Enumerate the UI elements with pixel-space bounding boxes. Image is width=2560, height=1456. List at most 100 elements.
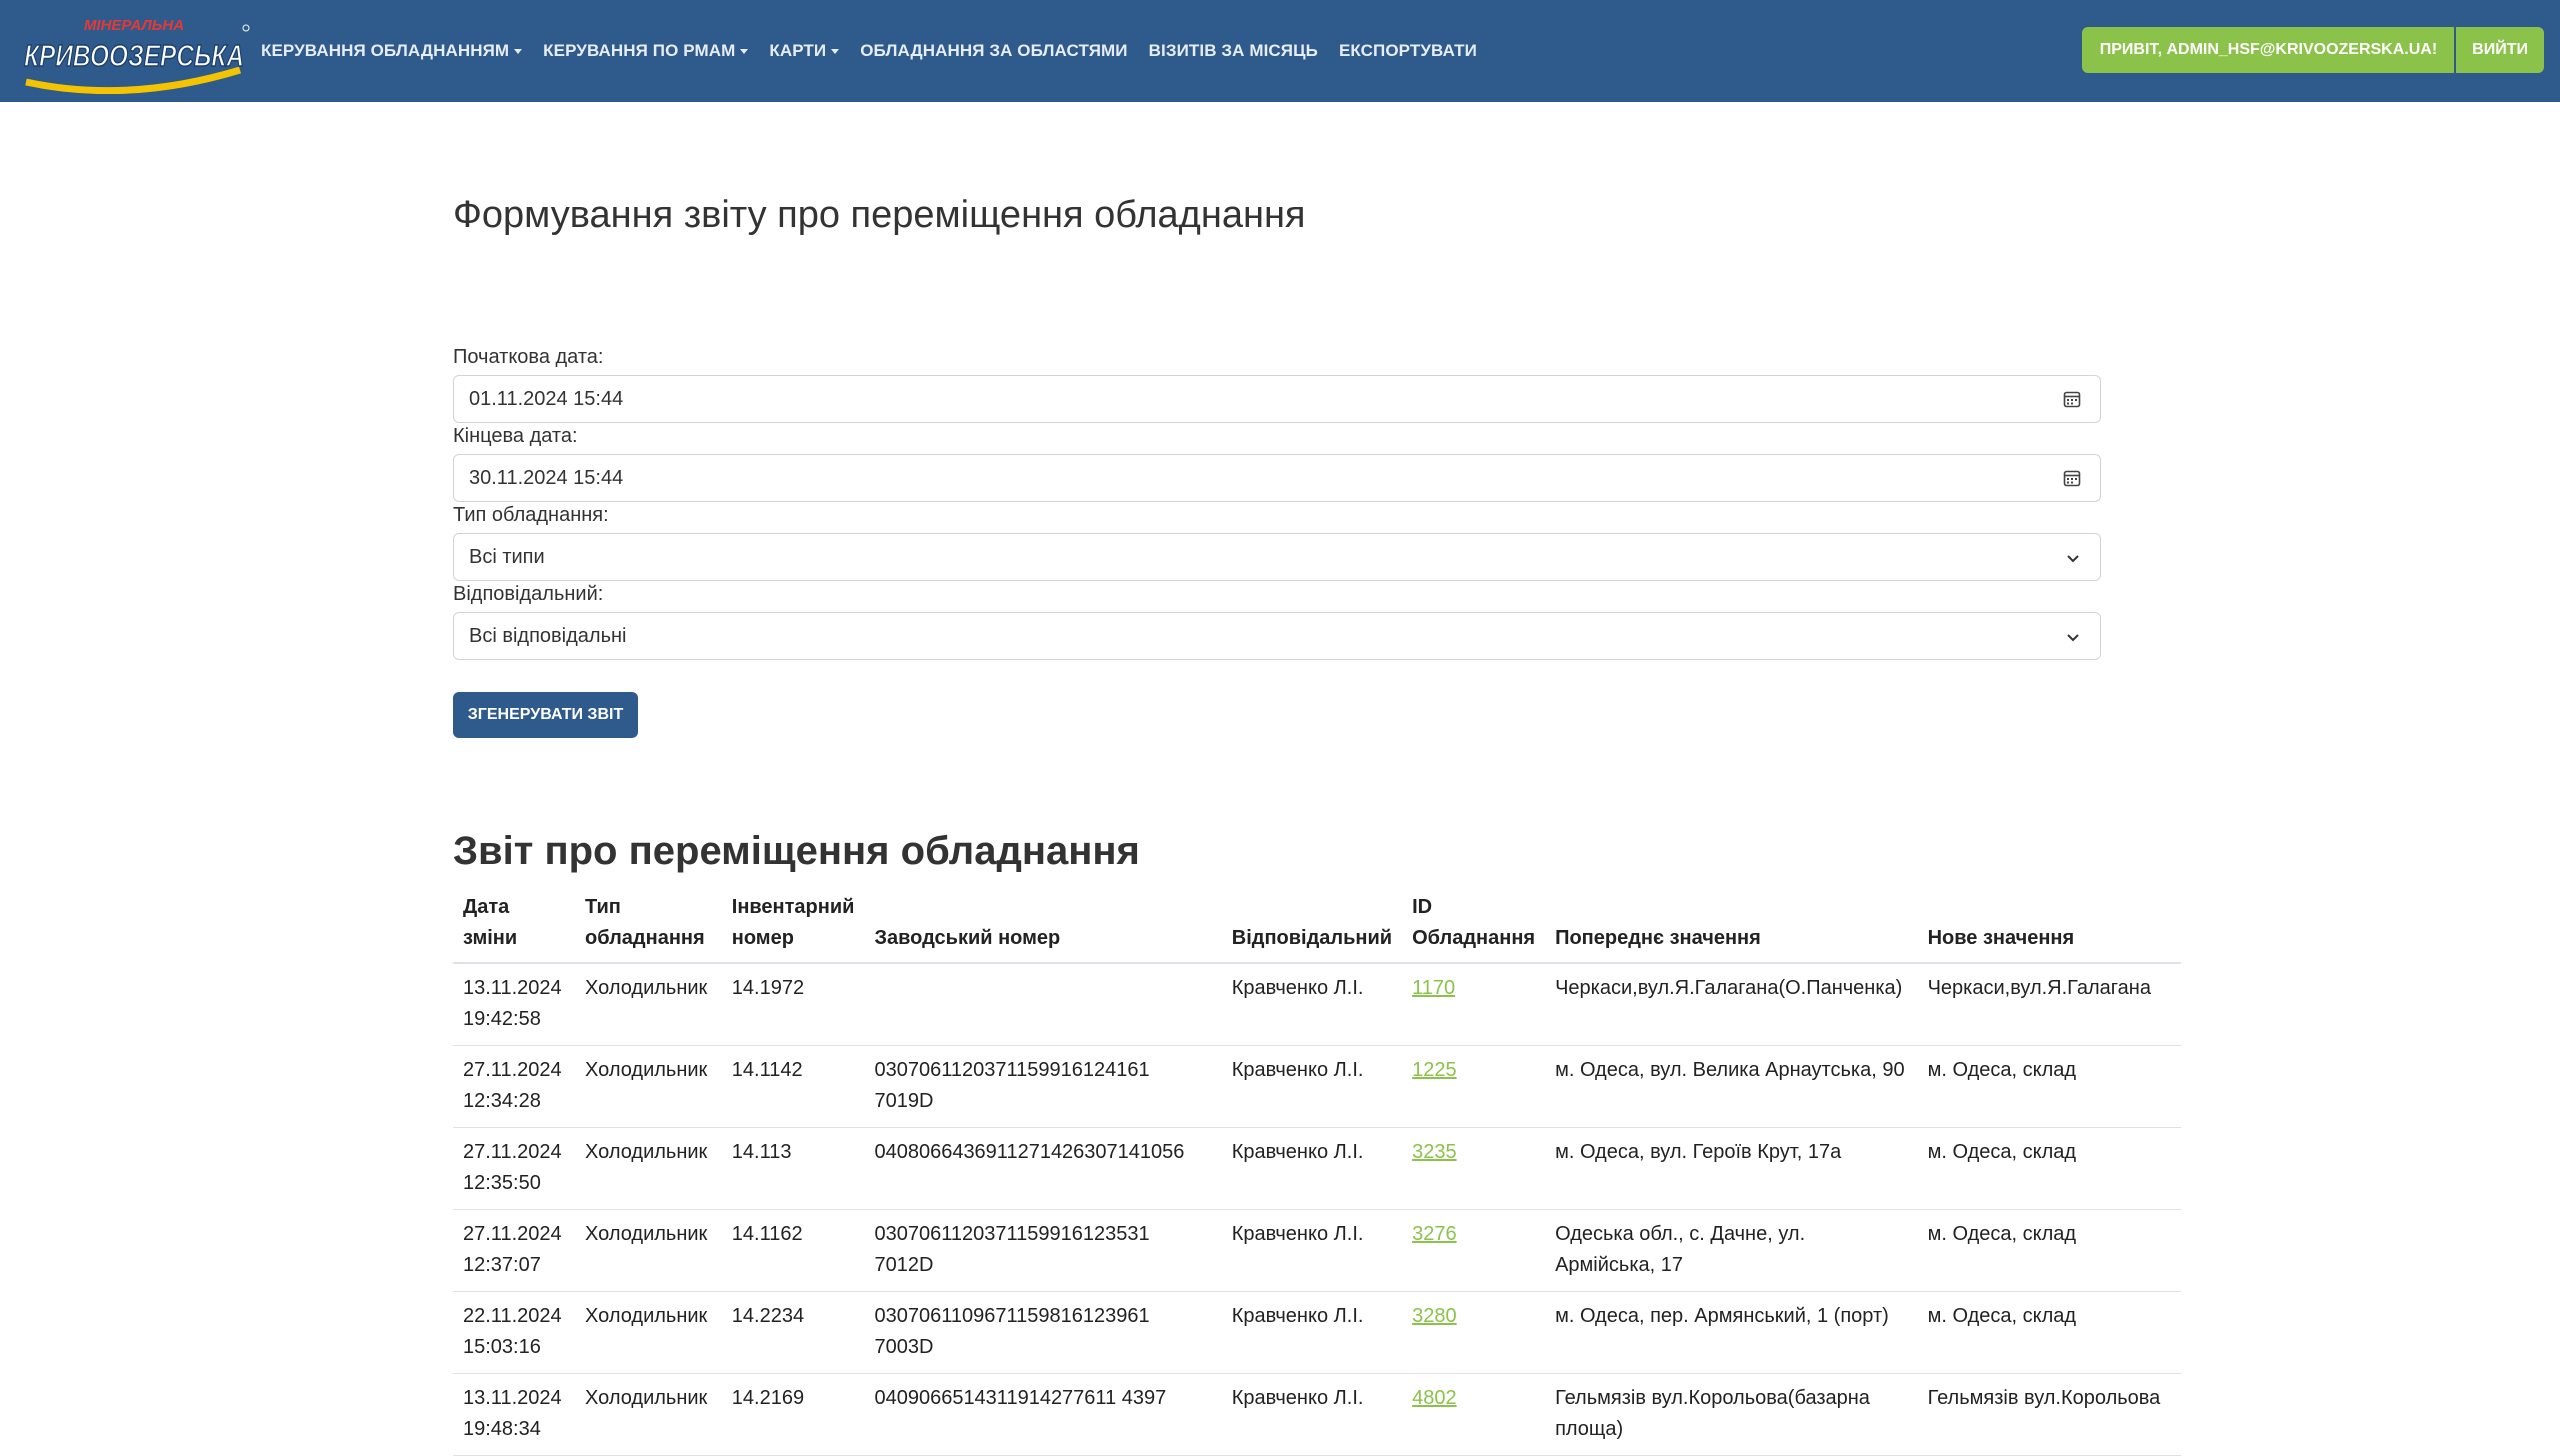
nav-label: КАРТИ [769, 41, 827, 60]
report-table: Дата зміни Тип обладнання Інвентарний номер… [453, 892, 2181, 1456]
cell-serial: 0408066436911271426307141056 [864, 1127, 1222, 1210]
cell-responsible: Кравченко Л.І. [1221, 1127, 1403, 1210]
end-date-input[interactable]: 30.11.2024 15:44 [453, 454, 2101, 502]
table-row: 22.11.2024 15:03:16 Холодильник 14.2234 0307… [453, 1291, 2181, 1374]
responsible-value: Всі відповідальні [469, 624, 627, 647]
cell-previous: Одеська обл., с. Дачне, ул. Армійська, 1… [1545, 1209, 1918, 1292]
nav-label: ЕКСПОРТУВАТИ [1338, 41, 1477, 60]
cell-date: 13.11.2024 19:42:58 [453, 963, 576, 1046]
header-line: номер [731, 927, 794, 949]
nav-maps[interactable]: КАРТИ [769, 41, 840, 61]
equipment-type-value: Всі типи [469, 545, 545, 568]
cell-serial: 0409066514311914277611 4397 [864, 1373, 1222, 1456]
start-date-value: 01.11.2024 15:44 [469, 387, 624, 410]
header-line: зміни [463, 927, 518, 949]
header-line: Інвентарний [731, 896, 855, 918]
logout-button[interactable]: ВИЙТИ [2456, 27, 2544, 73]
equipment-id-link[interactable]: 1170 [1412, 977, 1455, 999]
report-table-body: 13.11.2024 19:42:58 Холодильник 14.1972 Крав… [453, 963, 2181, 1456]
cell-id: 3235 [1402, 1127, 1546, 1210]
col-header-date[interactable]: Дата зміни [453, 892, 576, 964]
nav-export[interactable]: ЕКСПОРТУВАТИ [1339, 41, 1477, 61]
header-line: Відповідальний [1231, 927, 1393, 949]
end-date-value: 30.11.2024 15:44 [469, 466, 624, 489]
user-controls: ПРИВІТ, ADMIN_HSF@KRIVOOZERSKA.UA! ВИЙТИ [2081, 27, 2544, 73]
responsible-select[interactable]: Всі відповідальні [453, 612, 2101, 660]
equipment-id-link[interactable]: 3235 [1412, 1141, 1457, 1163]
cell-id: 3276 [1402, 1209, 1546, 1292]
chevron-down-icon [2067, 555, 2079, 563]
cell-type: Холодильник [575, 963, 722, 1046]
caret-down-icon [740, 48, 749, 54]
table-header-row: Дата зміни Тип обладнання Інвентарний номер… [453, 892, 2181, 964]
calendar-icon[interactable] [2062, 389, 2082, 409]
change-time: 12:35:50 [463, 1172, 541, 1194]
cell-id: 1170 [1402, 963, 1546, 1046]
nav-label: ВІЗИТІВ ЗА МІСЯЦЬ [1148, 41, 1318, 60]
cell-previous: м. Одеса, вул. Героїв Крут, 17а [1545, 1127, 1918, 1210]
generate-report-button[interactable]: ЗГЕНЕРУВАТИ ЗВІТ [453, 692, 638, 738]
cell-id: 3280 [1402, 1291, 1546, 1374]
cell-serial: 0307061109671159816123961 7003D [864, 1291, 1222, 1374]
col-header-serial[interactable]: Заводський номер [864, 892, 1222, 964]
cell-type: Холодильник [575, 1291, 722, 1374]
cell-date: 27.11.2024 12:34:28 [453, 1045, 576, 1128]
equipment-id-link[interactable]: 3276 [1412, 1223, 1457, 1245]
cell-previous: Гельмязів вул.Корольова(базарна площа) [1545, 1373, 1918, 1456]
header-line: ID [1412, 896, 1433, 918]
page-title: Формування звіту про переміщення обладна… [453, 194, 1306, 236]
cell-inventory: 14.113 [721, 1127, 865, 1210]
cell-responsible: Кравченко Л.І. [1221, 963, 1403, 1046]
change-date: 27.11.2024 [463, 1223, 562, 1245]
nav-rm-management[interactable]: КЕРУВАННЯ ПО РМАМ [543, 41, 749, 61]
cell-serial: 0307061120371159916123531 7012D [864, 1209, 1222, 1292]
nav-label: ОБЛАДНАННЯ ЗА ОБЛАСТЯМИ [860, 41, 1128, 60]
start-date-input[interactable]: 01.11.2024 15:44 [453, 375, 2101, 423]
cell-id: 4802 [1402, 1373, 1546, 1456]
change-time: 19:48:34 [463, 1418, 541, 1440]
calendar-icon[interactable] [2062, 468, 2082, 488]
cell-type: Холодильник [575, 1209, 722, 1292]
cell-new: м. Одеса, склад [1917, 1127, 2181, 1210]
start-date-label: Початкова дата: [453, 346, 604, 368]
cell-inventory: 14.2234 [721, 1291, 865, 1374]
col-header-id[interactable]: ID Обладнання [1402, 892, 1546, 964]
nav-equipment-by-region[interactable]: ОБЛАДНАННЯ ЗА ОБЛАСТЯМИ [860, 41, 1127, 61]
user-greeting-button[interactable]: ПРИВІТ, ADMIN_HSF@KRIVOOZERSKA.UA! [2081, 27, 2455, 73]
header-line: Дата [463, 896, 510, 918]
col-header-inventory[interactable]: Інвентарний номер [721, 892, 865, 964]
cell-inventory: 14.1972 [721, 963, 865, 1046]
caret-down-icon [831, 48, 840, 54]
svg-text:КРИВООЗЕРСЬКА: КРИВООЗЕРСЬКА [24, 38, 244, 73]
cell-date: 27.11.2024 12:35:50 [453, 1127, 576, 1210]
cell-new: м. Одеса, склад [1917, 1045, 2181, 1128]
cell-new: м. Одеса, склад [1917, 1291, 2181, 1374]
cell-date: 13.11.2024 19:48:34 [453, 1373, 576, 1456]
cell-new: Черкаси,вул.Я.Галагана [1917, 963, 2181, 1046]
change-time: 15:03:16 [463, 1336, 541, 1358]
nav-visits-per-month[interactable]: ВІЗИТІВ ЗА МІСЯЦЬ [1149, 41, 1318, 61]
change-date: 22.11.2024 [463, 1305, 562, 1327]
cell-previous: м. Одеса, вул. Велика Арнаутська, 90 [1545, 1045, 1918, 1128]
cell-id: 1225 [1402, 1045, 1546, 1128]
change-time: 19:42:58 [463, 1008, 541, 1030]
header-line: Обладнання [1412, 927, 1536, 949]
change-date: 13.11.2024 [463, 977, 562, 999]
cell-type: Холодильник [575, 1045, 722, 1128]
equipment-id-link[interactable]: 3280 [1412, 1305, 1457, 1327]
equipment-id-link[interactable]: 4802 [1412, 1387, 1457, 1409]
nav-equipment-management[interactable]: КЕРУВАННЯ ОБЛАДНАННЯМ [261, 41, 523, 61]
cell-responsible: Кравченко Л.І. [1221, 1209, 1403, 1292]
table-row: 13.11.2024 19:48:34 Холодильник 14.2169 0409… [453, 1373, 2181, 1456]
equipment-id-link[interactable]: 1225 [1412, 1059, 1457, 1081]
cell-previous: Черкаси,вул.Я.Галагана(О.Панченка) [1545, 963, 1918, 1046]
col-header-responsible[interactable]: Відповідальний [1221, 892, 1403, 964]
col-header-previous[interactable]: Попереднє значення [1545, 892, 1918, 964]
responsible-label: Відповідальний: [453, 583, 604, 605]
equipment-type-select[interactable]: Всі типи [453, 533, 2101, 581]
brand-logo[interactable]: МІНЕРАЛЬНА КРИВООЗЕРСЬКА [18, 8, 250, 95]
col-header-new[interactable]: Нове значення [1917, 892, 2181, 964]
col-header-type[interactable]: Тип обладнання [575, 892, 722, 964]
cell-date: 27.11.2024 12:37:07 [453, 1209, 576, 1292]
main-menu: КЕРУВАННЯ ОБЛАДНАННЯМ КЕРУВАННЯ ПО РМАМ … [261, 0, 1498, 102]
